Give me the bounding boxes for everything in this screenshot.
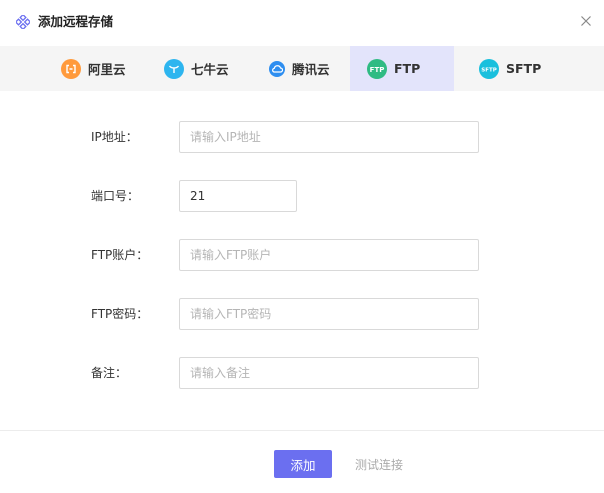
storage-provider-tabs: 阿里云 七牛云 腾讯云 FTP FTP SFTP SFTP <box>0 46 604 91</box>
tab-ftp[interactable]: FTP FTP <box>350 46 454 91</box>
port-row: 端口号： <box>0 180 604 212</box>
tab-aliyun[interactable]: 阿里云 <box>61 46 126 91</box>
test-connection-button[interactable]: 测试连接 <box>355 456 403 473</box>
dialog-title: 添加远程存储 <box>38 14 114 29</box>
ip-input[interactable] <box>179 121 479 153</box>
dialog-header: 添加远程存储 <box>0 0 604 46</box>
tab-sftp[interactable]: SFTP SFTP <box>479 46 541 91</box>
remark-label: 备注： <box>91 366 128 380</box>
password-label: FTP密码： <box>91 307 149 321</box>
ftp-icon: FTP <box>367 58 387 79</box>
password-input[interactable] <box>179 298 479 330</box>
tab-label: 阿里云 <box>88 62 126 77</box>
account-input[interactable] <box>179 239 479 271</box>
sftp-icon: SFTP <box>479 58 499 79</box>
tab-label: FTP <box>394 61 421 76</box>
port-label: 端口号： <box>91 189 140 203</box>
qiniu-icon <box>164 58 184 79</box>
ip-label: IP地址： <box>91 130 138 144</box>
port-input[interactable] <box>179 180 297 212</box>
remark-input[interactable] <box>179 357 479 389</box>
tab-label: 七牛云 <box>191 62 229 77</box>
add-button[interactable]: 添加 <box>274 450 332 478</box>
tab-label: 腾讯云 <box>292 62 330 77</box>
tab-qiniu[interactable]: 七牛云 <box>164 46 229 91</box>
ip-row: IP地址： <box>0 121 604 153</box>
svg-text:SFTP: SFTP <box>481 67 497 73</box>
account-label: FTP账户： <box>91 248 149 262</box>
tab-label: SFTP <box>506 61 542 76</box>
footer-divider <box>0 430 604 431</box>
remark-row: 备注： <box>0 357 604 389</box>
tencent-cloud-icon <box>269 60 285 77</box>
svg-text:FTP: FTP <box>370 66 385 73</box>
close-icon[interactable] <box>578 13 594 29</box>
aliyun-icon <box>61 58 81 79</box>
account-row: FTP账户： <box>0 239 604 271</box>
storage-cluster-icon <box>16 15 30 29</box>
password-row: FTP密码： <box>0 298 604 330</box>
tab-tencent-cloud[interactable]: 腾讯云 <box>269 46 330 91</box>
